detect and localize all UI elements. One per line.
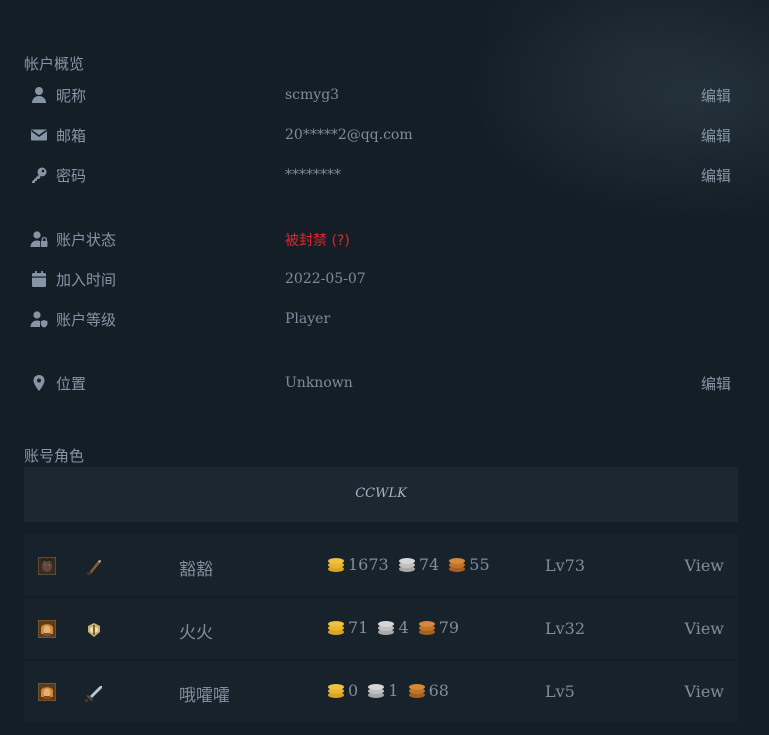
user-lock-icon bbox=[30, 231, 48, 247]
character-level: Lv5 bbox=[545, 682, 575, 701]
email-label: 邮箱 bbox=[56, 127, 87, 145]
account-status-value[interactable]: 被封禁 (?) bbox=[285, 230, 350, 250]
password-row: 密码 ******** 编辑 bbox=[0, 162, 769, 190]
character-money: 1673 74 55 bbox=[326, 555, 493, 574]
nickname-row: 昵称 scmyg3 编辑 bbox=[0, 82, 769, 110]
copper-coin-icon bbox=[418, 621, 435, 635]
view-character-button[interactable]: View bbox=[684, 619, 724, 638]
view-character-button[interactable]: View bbox=[684, 556, 724, 575]
human-portrait-icon bbox=[38, 620, 56, 638]
characters-title: 账号角色 bbox=[24, 447, 85, 465]
silver-amount: 74 bbox=[418, 555, 440, 574]
edit-location-button[interactable]: 编辑 bbox=[701, 373, 731, 394]
password-value: ******** bbox=[285, 167, 341, 183]
account-status-row: 账户状态 被封禁 (?) bbox=[0, 226, 769, 254]
envelope-icon bbox=[31, 129, 47, 141]
gold-coin-icon bbox=[328, 621, 344, 635]
map-marker-icon bbox=[33, 375, 45, 391]
rogue-weapon-icon bbox=[87, 560, 101, 575]
edit-password-button[interactable]: 编辑 bbox=[701, 165, 731, 186]
silver-coin-icon bbox=[368, 684, 385, 698]
character-row: 哦嚯嚯 0 1 68 Lv5 View bbox=[24, 661, 738, 722]
nickname-label: 昵称 bbox=[56, 87, 87, 105]
location-value: Unknown bbox=[285, 375, 353, 391]
user-shield-icon bbox=[30, 311, 48, 328]
character-name: 火火 bbox=[179, 623, 213, 643]
gold-amount: 0 bbox=[348, 681, 359, 700]
overview-title: 帐户概览 bbox=[24, 55, 85, 73]
join-date-value: 2022-05-07 bbox=[285, 271, 366, 287]
character-row: 火火 71 4 79 Lv32 View bbox=[24, 598, 738, 659]
edit-nickname-button[interactable]: 编辑 bbox=[701, 85, 731, 106]
copper-coin-icon bbox=[408, 684, 425, 698]
location-row: 位置 Unknown 编辑 bbox=[0, 370, 769, 398]
copper-amount: 79 bbox=[438, 618, 460, 637]
undead-portrait-icon bbox=[38, 557, 56, 575]
account-level-value: Player bbox=[285, 311, 331, 327]
paladin-icon bbox=[88, 623, 100, 637]
realm-header: CCWLK bbox=[24, 467, 738, 522]
account-level-row: 账户等级 Player bbox=[0, 306, 769, 334]
character-name: 豁豁 bbox=[179, 560, 213, 580]
character-row: 豁豁 1673 74 55 Lv73 View bbox=[24, 535, 738, 596]
nickname-value: scmyg3 bbox=[285, 87, 340, 103]
copper-coin-icon bbox=[449, 558, 466, 572]
character-money: 71 4 79 bbox=[326, 618, 462, 637]
email-value: 20*****2@qq.com bbox=[285, 127, 413, 143]
character-name: 哦嚯嚯 bbox=[179, 686, 230, 706]
background-decoration bbox=[429, 0, 769, 240]
join-date-label: 加入时间 bbox=[56, 271, 117, 289]
silver-coin-icon bbox=[398, 558, 415, 572]
gold-coin-icon bbox=[328, 684, 344, 698]
password-label: 密码 bbox=[56, 167, 87, 185]
realm-name: CCWLK bbox=[355, 486, 407, 501]
copper-amount: 68 bbox=[428, 681, 449, 700]
character-level: Lv73 bbox=[545, 556, 586, 575]
silver-amount: 4 bbox=[398, 618, 409, 637]
character-level: Lv32 bbox=[545, 619, 586, 638]
gold-amount: 71 bbox=[348, 618, 369, 637]
account-status-label: 账户状态 bbox=[56, 231, 117, 249]
warrior-sword-icon bbox=[84, 686, 102, 703]
silver-coin-icon bbox=[378, 621, 395, 635]
key-icon bbox=[32, 167, 47, 183]
account-level-label: 账户等级 bbox=[56, 311, 117, 329]
email-row: 邮箱 20*****2@qq.com 编辑 bbox=[0, 122, 769, 150]
join-date-row: 加入时间 2022-05-07 bbox=[0, 266, 769, 294]
location-label: 位置 bbox=[56, 375, 87, 393]
copper-amount: 55 bbox=[469, 555, 490, 574]
gold-amount: 1673 bbox=[348, 555, 389, 574]
human-portrait-icon bbox=[38, 683, 56, 701]
calendar-icon bbox=[32, 271, 46, 287]
gold-coin-icon bbox=[328, 558, 344, 572]
character-money: 0 1 68 bbox=[326, 681, 452, 700]
silver-amount: 1 bbox=[388, 681, 399, 700]
user-icon bbox=[32, 87, 46, 103]
view-character-button[interactable]: View bbox=[684, 682, 724, 701]
edit-email-button[interactable]: 编辑 bbox=[701, 125, 731, 146]
